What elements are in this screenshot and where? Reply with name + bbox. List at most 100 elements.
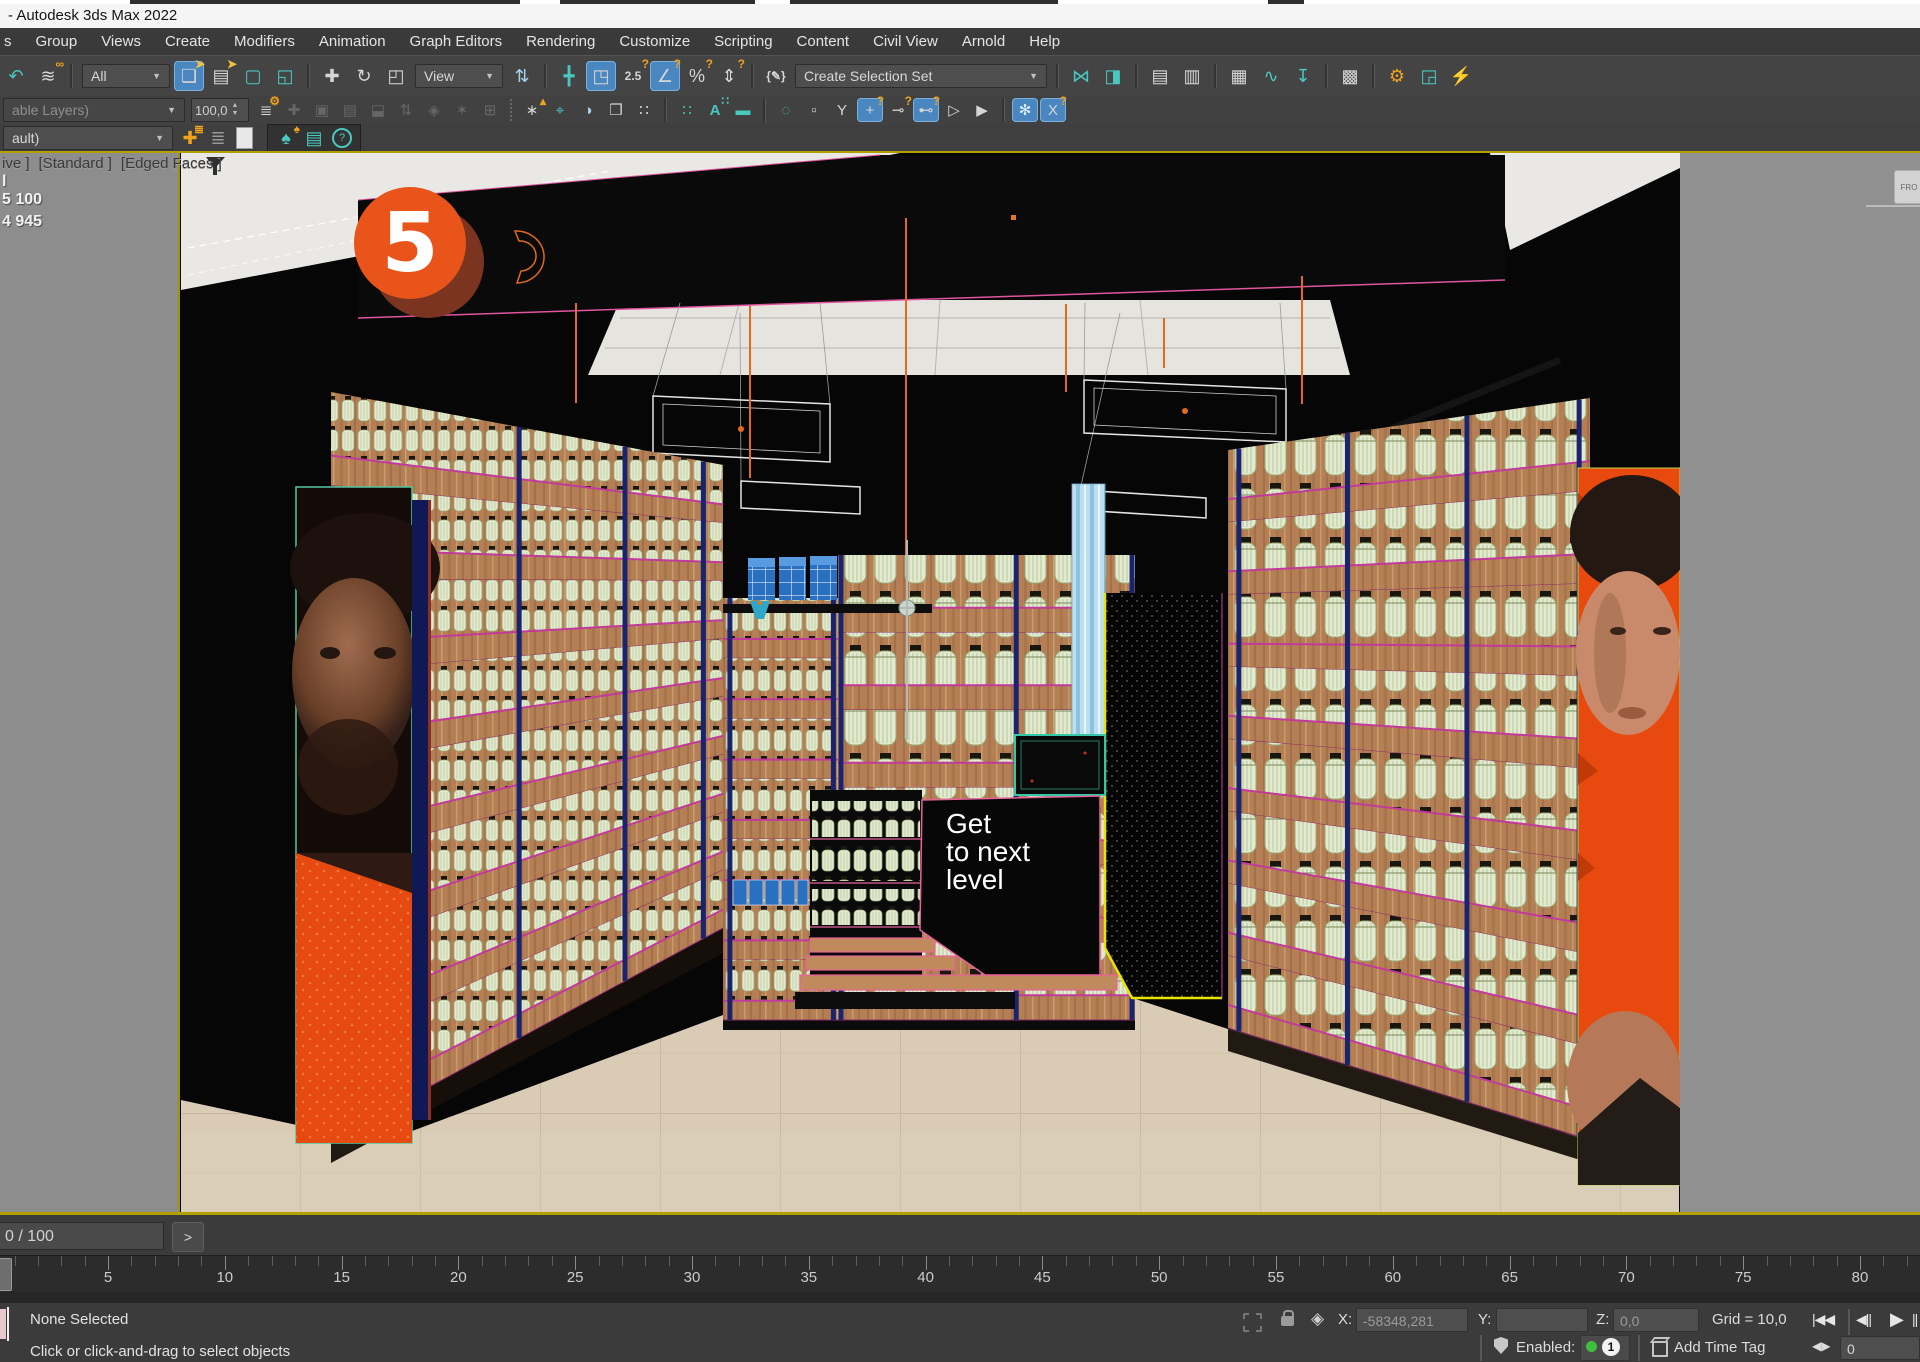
select-and-move-button[interactable]: ✚ [317, 61, 347, 91]
go-to-start-button[interactable]: |◀◀ [1812, 1311, 1834, 1328]
circle-points-icon[interactable]: ◌ [773, 98, 799, 122]
z-coordinate-field[interactable]: 0,0 [1613, 1308, 1699, 1332]
key-step-arrows[interactable]: ◀▶ [1812, 1339, 1830, 1353]
layer-properties-button[interactable]: ⊞ [477, 98, 503, 122]
viewport-scene[interactable]: 5 [180, 153, 1680, 1212]
display-colors-icon[interactable]: ◑ [575, 98, 601, 122]
schematic-view-button[interactable]: ↧ [1288, 61, 1318, 91]
align-button[interactable]: ◨ [1098, 61, 1128, 91]
angle-snap-toggle[interactable]: ∠? [650, 61, 680, 91]
next-frame-cut-button[interactable]: || [1912, 1311, 1917, 1327]
freeze-layer-button[interactable]: ✶ [449, 98, 475, 122]
maxscript-listener-edge[interactable] [0, 1309, 6, 1339]
use-working-pivot-icon[interactable]: ⌖ [547, 98, 573, 122]
render-production-button[interactable]: ⚡ [1446, 61, 1476, 91]
manage-layers-button[interactable]: ≣⚙ [253, 98, 279, 122]
window-crossing-toggle[interactable]: ◱ [270, 61, 300, 91]
select-by-name-button[interactable]: ▤➤ [206, 61, 236, 91]
delete-keys-toggle[interactable]: X? [1040, 98, 1066, 122]
key-filter-icon[interactable]: ⊸? [885, 98, 911, 122]
menu-group[interactable]: Group [24, 28, 90, 55]
viewcube[interactable]: FRO [1894, 170, 1920, 204]
percent-snap-toggle[interactable]: %? [682, 61, 712, 91]
menu-animation[interactable]: Animation [307, 28, 398, 55]
working-pivot-icon[interactable]: ∗▴ [519, 98, 545, 122]
edit-working-pivot-icon[interactable]: ❒ [603, 98, 629, 122]
current-frame-field[interactable]: 0 [1840, 1336, 1920, 1360]
menu-create[interactable]: Create [153, 28, 222, 55]
material-editor-button[interactable]: ▩ [1335, 61, 1365, 91]
reference-coordinate-dropdown[interactable]: View▼ [415, 64, 503, 88]
absolute-mode-button[interactable]: ◈ [1311, 1309, 1324, 1329]
viewport-label-shading[interactable]: [Edged Faces ] [121, 155, 222, 172]
select-and-link-icon[interactable]: ≋∞ [33, 61, 63, 91]
notes-page-icon[interactable]: ▤ [301, 126, 327, 150]
mirror-button[interactable]: ⋈ [1066, 61, 1096, 91]
menu-s[interactable]: s [0, 28, 24, 55]
selection-filter-dropdown[interactable]: All▼ [82, 64, 170, 88]
kinematic-chain-icon[interactable]: Y [829, 98, 855, 122]
safe-scene-shield-icon[interactable] [1494, 1337, 1508, 1354]
menu-modifiers[interactable]: Modifiers [222, 28, 307, 55]
hide-layer-button[interactable]: ◈ [421, 98, 447, 122]
left-viewport-strip[interactable] [0, 153, 180, 1212]
select-layer-button[interactable]: ⬓ [365, 98, 391, 122]
edit-named-selection-sets-button[interactable]: {✎} [761, 61, 791, 91]
menu-rendering[interactable]: Rendering [514, 28, 607, 55]
toggle-scene-explorer-button[interactable]: ▤ [1145, 61, 1175, 91]
add-to-layer-button[interactable]: ▣ [309, 98, 335, 122]
named-selection-sets-dropdown[interactable]: Create Selection Set▼ [795, 64, 1047, 88]
toggle-layer-explorer-button[interactable]: ▥ [1177, 61, 1207, 91]
snaps-toggle-icon[interactable]: ╋ [554, 61, 584, 91]
track-bar-ruler[interactable]: 5101520253035404550556065707580 [0, 1255, 1920, 1293]
set-current-layer-button[interactable]: ⇅ [393, 98, 419, 122]
measure-icon[interactable]: ▬ [730, 98, 756, 122]
autogrid-icon[interactable]: A∷ [702, 98, 728, 122]
use-pivot-center-button[interactable]: ⇅ [507, 61, 537, 91]
set-key-plus-button[interactable]: +? [857, 98, 883, 122]
grid-small-icon[interactable]: ∷ [631, 98, 657, 122]
isolate-selection-toggle[interactable] [1243, 1313, 1262, 1332]
menu-scripting[interactable]: Scripting [702, 28, 784, 55]
select-and-scale-button[interactable]: ◰ [381, 61, 411, 91]
right-viewport-strip[interactable]: FRO [1680, 153, 1920, 1212]
dotted-region-icon[interactable]: ▫ [801, 98, 827, 122]
add-time-tag[interactable]: Add Time Tag [1674, 1339, 1765, 1356]
viewport-label-view[interactable]: ive ] [2, 155, 30, 172]
undo-icon[interactable]: ↶ [1, 61, 31, 91]
snap-25d-toggle[interactable]: 2.5? [618, 61, 648, 91]
viewport-label-row[interactable]: ive ] [Standard ] [Edged Faces ] [2, 155, 231, 172]
vegetation-tools-icon[interactable]: ♠♠ [273, 126, 299, 150]
menu-civil-view[interactable]: Civil View [861, 28, 950, 55]
frame-display[interactable]: 0 / 100 [0, 1222, 164, 1250]
time-slider-handle[interactable] [0, 1258, 12, 1291]
play-button[interactable]: ▶ [1890, 1309, 1903, 1330]
create-new-layer-button[interactable]: ✚≣ [177, 126, 203, 150]
previous-frame-button[interactable]: ◀|| [1856, 1311, 1871, 1328]
snap-3d-toggle[interactable]: ◳ [586, 61, 616, 91]
next-frame-button[interactable]: > [172, 1222, 204, 1252]
render-setup-button[interactable]: ⚙ [1382, 61, 1412, 91]
default-state-dropdown[interactable]: ault)▼ [3, 126, 173, 150]
viewport-label-renderer[interactable]: [Standard ] [39, 155, 112, 172]
menu-customize[interactable]: Customize [607, 28, 702, 55]
grid-points-icon[interactable]: ∷ [674, 98, 700, 122]
layer-value-spinner[interactable]: 100,0▲▼ [191, 98, 249, 122]
menu-help[interactable]: Help [1017, 28, 1072, 55]
select-child-icon[interactable]: ▷ [941, 98, 967, 122]
layers-dropdown[interactable]: able Layers)▼ [3, 98, 185, 122]
menu-graph-editors[interactable]: Graph Editors [398, 28, 515, 55]
menu-content[interactable]: Content [785, 28, 862, 55]
select-object-button[interactable]: ❏➤ [174, 61, 204, 91]
freeze-transforms-toggle[interactable]: ✻ [1012, 98, 1038, 122]
toggle-ribbon-button[interactable]: ▦ [1224, 61, 1254, 91]
selection-lock-toggle[interactable] [1281, 1316, 1294, 1326]
menu-arnold[interactable]: Arnold [950, 28, 1017, 55]
menu-views[interactable]: Views [89, 28, 153, 55]
rendered-frame-window-button[interactable]: ◲ [1414, 61, 1444, 91]
help-circle-icon[interactable]: ? [329, 126, 355, 150]
select-parent-icon[interactable]: ▶ [969, 98, 995, 122]
white-swatch[interactable] [236, 127, 253, 149]
delete-layer-button[interactable]: ▤ [337, 98, 363, 122]
layer-stack-icon[interactable]: ≣ [205, 126, 231, 150]
